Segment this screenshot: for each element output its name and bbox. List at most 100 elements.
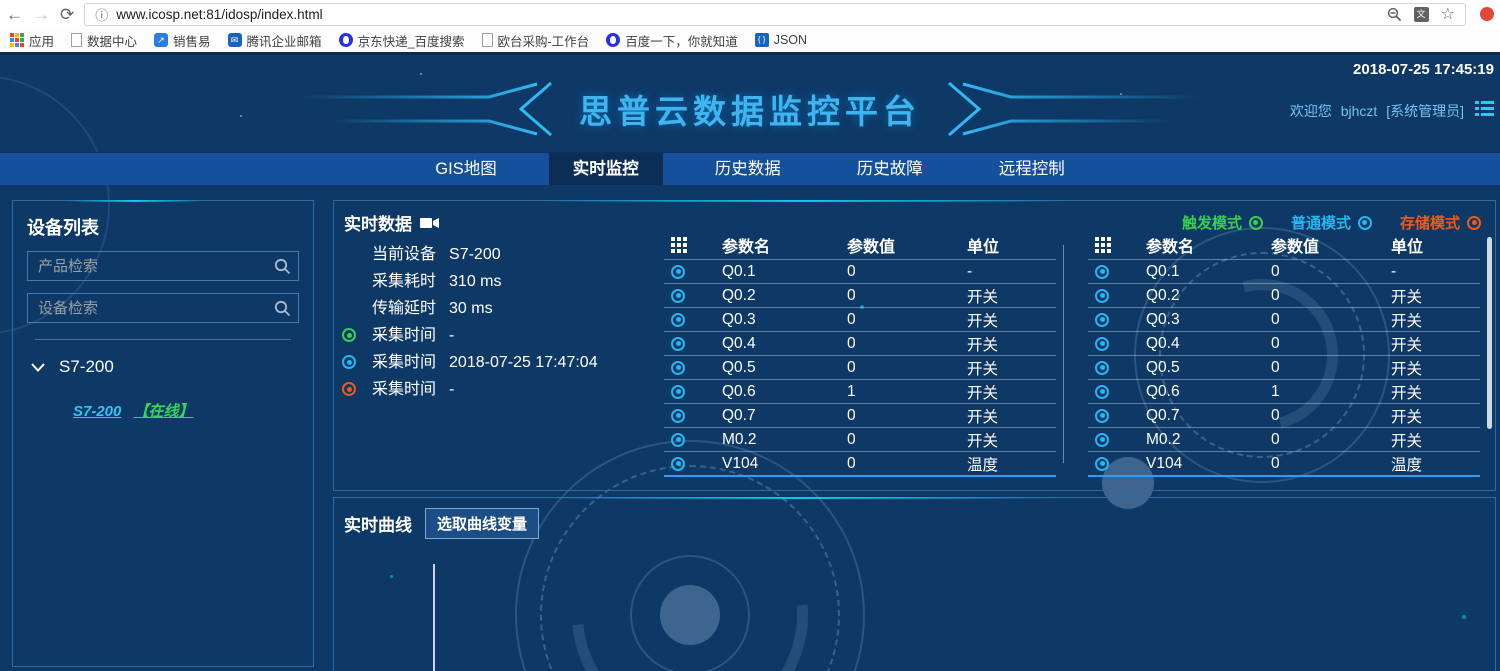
param-unit: 开关 bbox=[967, 429, 1056, 451]
table-row[interactable]: Q0.2 0 开关 bbox=[1088, 283, 1480, 307]
param-target-icon[interactable] bbox=[671, 385, 685, 399]
param-target-icon[interactable] bbox=[671, 409, 685, 423]
param-value: 0 bbox=[1271, 407, 1391, 425]
grid-icon[interactable] bbox=[671, 237, 687, 253]
param-target-icon[interactable] bbox=[671, 457, 685, 471]
storage-mode-button[interactable]: 存储模式 bbox=[1400, 212, 1481, 233]
param-target-icon[interactable] bbox=[671, 361, 685, 375]
reload-icon[interactable]: ⟳ bbox=[60, 6, 74, 23]
tab-realtime-monitor[interactable]: 实时监控 bbox=[549, 153, 663, 185]
device-list-panel: 设备列表 S7-200 S7-200 【在线】 bbox=[12, 200, 314, 667]
device-group-s7-200[interactable]: S7-200 bbox=[31, 357, 313, 377]
address-bar[interactable]: ⓘ www.icosp.net:81/idosp/index.html 文 ☆ bbox=[84, 3, 1466, 26]
zoom-out-icon[interactable] bbox=[1387, 7, 1402, 22]
table-row[interactable]: Q0.7 0 开关 bbox=[1088, 403, 1480, 427]
product-search-input[interactable] bbox=[28, 258, 298, 275]
param-target-icon[interactable] bbox=[671, 289, 685, 303]
table-row[interactable]: M0.2 0 开关 bbox=[1088, 427, 1480, 451]
bookmark-apps[interactable]: 应用 bbox=[10, 31, 54, 50]
param-target-icon[interactable] bbox=[671, 265, 685, 279]
search-icon[interactable] bbox=[274, 300, 291, 317]
back-icon[interactable]: ← bbox=[6, 6, 23, 23]
table-row[interactable]: V104 0 温度 bbox=[1088, 451, 1480, 475]
param-unit: 温度 bbox=[967, 453, 1056, 475]
browser-toolbar: ← → ⟳ ⓘ www.icosp.net:81/idosp/index.htm… bbox=[0, 0, 1500, 28]
table-row[interactable]: Q0.7 0 开关 bbox=[664, 403, 1056, 427]
translate-icon[interactable]: 文 bbox=[1414, 7, 1429, 22]
table-row[interactable]: Q0.6 1 开关 bbox=[1088, 379, 1480, 403]
search-icon[interactable] bbox=[274, 258, 291, 275]
param-target-icon[interactable] bbox=[1095, 385, 1109, 399]
tab-remote-control[interactable]: 远程控制 bbox=[975, 153, 1089, 185]
param-target-icon[interactable] bbox=[1095, 361, 1109, 375]
param-target-icon[interactable] bbox=[1095, 409, 1109, 423]
param-target-icon[interactable] bbox=[1095, 313, 1109, 327]
table-row[interactable]: M0.2 0 开关 bbox=[664, 427, 1056, 451]
table-row[interactable]: Q0.3 0 开关 bbox=[664, 307, 1056, 331]
table-row[interactable]: Q0.6 1 开关 bbox=[664, 379, 1056, 403]
param-target-icon[interactable] bbox=[671, 313, 685, 327]
bookmark-item[interactable]: 京东快递_百度搜索 bbox=[339, 31, 465, 50]
param-name: Q0.4 bbox=[1146, 335, 1271, 353]
table-row[interactable]: Q0.2 0 开关 bbox=[664, 283, 1056, 307]
site-info-icon[interactable]: ⓘ bbox=[95, 5, 108, 24]
json-icon: { } bbox=[755, 33, 769, 47]
tab-gis-map[interactable]: GIS地图 bbox=[411, 153, 520, 185]
col-unit: 单位 bbox=[967, 233, 1056, 257]
table-row[interactable]: Q0.1 0 - bbox=[1088, 259, 1480, 283]
bookmark-item[interactable]: ↗ 销售易 bbox=[154, 31, 211, 50]
browser-chrome: ← → ⟳ ⓘ www.icosp.net:81/idosp/index.htm… bbox=[0, 0, 1500, 52]
param-name: V104 bbox=[722, 455, 847, 473]
param-unit: 开关 bbox=[1391, 405, 1480, 427]
trigger-mode-button[interactable]: 触发模式 bbox=[1182, 212, 1263, 233]
bookmark-item[interactable]: ✉ 腾讯企业邮箱 bbox=[228, 31, 322, 50]
tab-history-fault[interactable]: 历史故障 bbox=[833, 153, 947, 185]
param-value: 0 bbox=[847, 287, 967, 305]
param-target-icon[interactable] bbox=[1095, 289, 1109, 303]
param-name: Q0.7 bbox=[1146, 407, 1271, 425]
table-row[interactable]: Q0.5 0 开关 bbox=[1088, 355, 1480, 379]
apps-grid-icon bbox=[10, 33, 24, 47]
table-row[interactable]: Q0.5 0 开关 bbox=[664, 355, 1056, 379]
param-target-icon[interactable] bbox=[1095, 337, 1109, 351]
grid-icon[interactable] bbox=[1095, 237, 1111, 253]
param-name: Q0.2 bbox=[1146, 287, 1271, 305]
bookmark-item[interactable]: 百度一下，你就知道 bbox=[606, 31, 738, 50]
param-table-right: 参数名 参数值 单位 Q0.1 0 - Q0.2 0 开关 bbox=[1088, 231, 1480, 477]
param-target-icon[interactable] bbox=[671, 337, 685, 351]
select-curve-variable-button[interactable]: 选取曲线变量 bbox=[425, 508, 539, 539]
param-name: Q0.5 bbox=[1146, 359, 1271, 377]
normal-mode-button[interactable]: 普通模式 bbox=[1291, 212, 1372, 233]
param-name: M0.2 bbox=[722, 431, 847, 449]
extension-icon[interactable] bbox=[1480, 7, 1494, 21]
param-target-icon[interactable] bbox=[1095, 433, 1109, 447]
bookmark-item[interactable]: 数据中心 bbox=[71, 31, 137, 50]
baidu-icon bbox=[339, 33, 353, 47]
table-row[interactable]: Q0.4 0 开关 bbox=[664, 331, 1056, 355]
table-row[interactable]: Q0.3 0 开关 bbox=[1088, 307, 1480, 331]
table-scrollbar[interactable] bbox=[1487, 237, 1492, 429]
normal-time-icon bbox=[342, 355, 356, 369]
param-target-icon[interactable] bbox=[671, 433, 685, 447]
param-name: M0.2 bbox=[1146, 431, 1271, 449]
bookmark-item[interactable]: { } JSON bbox=[755, 33, 807, 47]
list-menu-icon[interactable] bbox=[1475, 101, 1494, 117]
bookmark-star-icon[interactable]: ☆ bbox=[1441, 4, 1455, 24]
device-search-input[interactable] bbox=[28, 300, 298, 317]
param-target-icon[interactable] bbox=[1095, 457, 1109, 471]
bookmark-label: JSON bbox=[774, 33, 807, 47]
storage-mode-icon bbox=[1467, 216, 1481, 230]
tab-history-data[interactable]: 历史数据 bbox=[691, 153, 805, 185]
table-row[interactable]: Q0.1 0 - bbox=[664, 259, 1056, 283]
bookmark-label: 京东快递_百度搜索 bbox=[358, 31, 465, 50]
page-icon bbox=[482, 33, 493, 47]
table-row[interactable]: Q0.4 0 开关 bbox=[1088, 331, 1480, 355]
bookmark-item[interactable]: 欧台采购-工作台 bbox=[482, 31, 590, 50]
forward-icon[interactable]: → bbox=[33, 6, 50, 23]
table-row[interactable]: V104 0 温度 bbox=[664, 451, 1056, 475]
device-name[interactable]: S7-200 bbox=[73, 403, 121, 420]
device-link-s7-200[interactable]: S7-200 【在线】 bbox=[73, 400, 313, 421]
param-unit: 开关 bbox=[1391, 357, 1480, 379]
url-text[interactable]: www.icosp.net:81/idosp/index.html bbox=[116, 7, 1378, 22]
param-target-icon[interactable] bbox=[1095, 265, 1109, 279]
